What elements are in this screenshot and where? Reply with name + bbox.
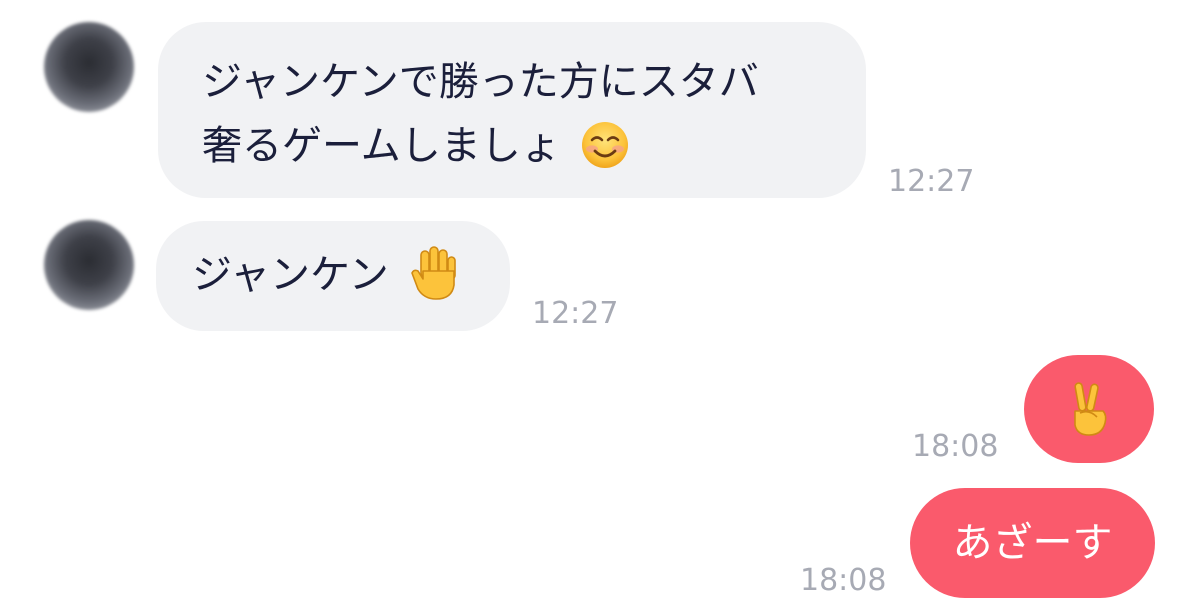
message-bubble-incoming[interactable]: ジャンケンで勝った方にスタバ 奢るゲームしましょ	[158, 22, 866, 198]
message-timestamp: 12:27	[532, 296, 619, 331]
message-text-line: ジャンケンで勝った方にスタバ	[202, 59, 759, 105]
avatar[interactable]	[44, 22, 134, 112]
message-timestamp: 18:08	[912, 429, 999, 464]
message-timestamp: 18:08	[800, 563, 887, 598]
avatar[interactable]	[44, 220, 134, 310]
message-bubble-incoming[interactable]: ジャンケン	[156, 221, 510, 331]
message-text: あざーす	[952, 520, 1113, 566]
smiling-face-icon	[580, 120, 630, 170]
raised-hand-icon	[404, 243, 464, 303]
message-bubble-outgoing[interactable]: あざーす	[910, 488, 1155, 598]
message-timestamp: 12:27	[888, 164, 975, 199]
message-text: ジャンケン	[192, 252, 389, 298]
message-bubble-outgoing[interactable]	[1024, 355, 1154, 463]
chat-thread: ジャンケンで勝った方にスタバ 奢るゲームしましょ 12:27 ジャンケン 12:…	[0, 0, 1200, 609]
message-text-line: 奢るゲームしましょ	[202, 123, 561, 169]
victory-hand-icon	[1067, 381, 1111, 437]
